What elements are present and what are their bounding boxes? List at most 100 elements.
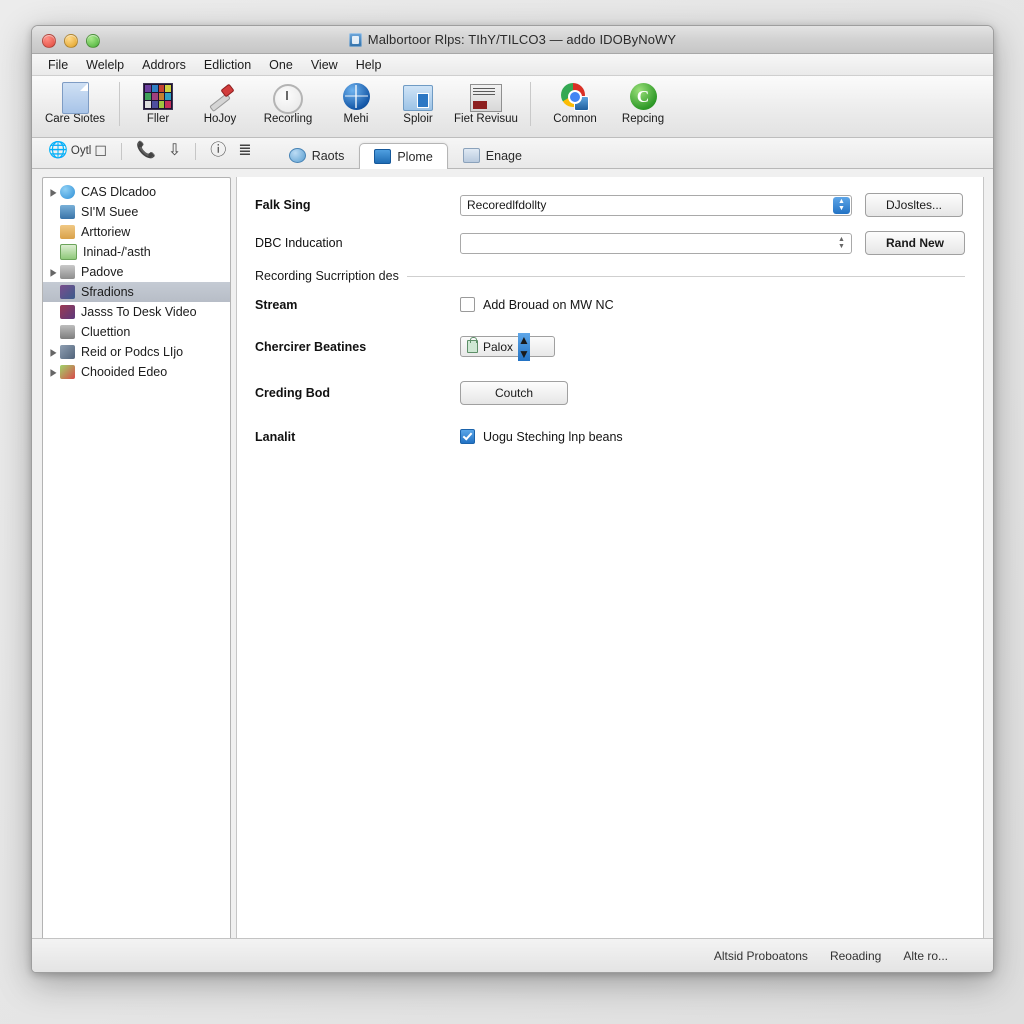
combo-stepper-icon[interactable]: ▲ ▼	[518, 332, 530, 361]
toolbar-separator-2	[530, 82, 531, 126]
tree-item-icon	[60, 325, 75, 339]
chevron-right-icon[interactable]: ▶	[47, 266, 60, 277]
tree-item-icon	[60, 345, 75, 359]
globe-small-button[interactable]: 🌐 Oytl ☐	[42, 141, 113, 161]
menu-item-welelp[interactable]: Welelp	[78, 57, 132, 73]
tab-raots[interactable]: Raots	[274, 142, 360, 168]
toolbar-label: Repcing	[621, 113, 665, 125]
sidebar-item-jasss-to-desk-video[interactable]: ▶ Jasss To Desk Video	[43, 302, 230, 322]
combo-stepper-icon[interactable]: ▲ ▼	[833, 235, 850, 252]
phone-button[interactable]: 📞	[130, 141, 162, 161]
chrome-map-icon	[559, 82, 591, 112]
secondary-separator-1	[120, 142, 122, 160]
hammer-icon	[204, 82, 236, 112]
sidebar-item-sim-suee[interactable]: ▶ SI'M Suee	[43, 202, 230, 222]
toolbar-label: Care Siotes	[44, 113, 106, 125]
sidebar-item-cas-dlcadoo[interactable]: ▶ CAS Dlcadoo	[43, 182, 230, 202]
chevron-right-icon[interactable]: ▶	[47, 186, 60, 197]
toolbar-label: Mehi	[343, 113, 369, 125]
falk-sing-combo[interactable]: Recoredlfdollty ▲ ▼	[460, 194, 852, 216]
stream-checkbox-wrap[interactable]: Add Brouad on MW NC	[460, 297, 614, 312]
maximize-button[interactable]	[86, 34, 100, 48]
toolbar-label: Fller	[146, 113, 170, 125]
sidebar-item-ininad-asth[interactable]: ▶ Ininad-/'asth	[43, 242, 230, 262]
sidebar-item-cluettion[interactable]: ▶ Cluettion	[43, 322, 230, 342]
status-item-alte-ro[interactable]: Alte ro...	[903, 949, 948, 963]
toolbar-button-fller[interactable]: Fller	[127, 80, 189, 125]
tree-indent: ▶	[47, 208, 60, 217]
toolbar-button-mehi[interactable]: Mehi	[325, 80, 387, 125]
sidebar-tree[interactable]: ▶ CAS Dlcadoo ▶ SI'M Suee ▶ Arttoriew ▶	[42, 177, 231, 946]
field-row-dbc-inducation: DBC Inducation ▲ ▼ Rand New	[255, 231, 965, 255]
toolbar-separator-1	[119, 82, 120, 126]
tab-label: Enage	[485, 148, 522, 163]
sidebar-item-reid-or-podcs-lijo[interactable]: ▶ Reid or Podcs LIjo	[43, 342, 230, 362]
settings-pane: Falk Sing Recoredlfdollty ▲ ▼ DJosltes...…	[236, 177, 984, 946]
download-button[interactable]: ⇩	[162, 141, 187, 161]
close-button[interactable]	[42, 34, 56, 48]
chercirer-beatines-combo[interactable]: Palox ▲ ▼	[460, 332, 555, 361]
toolbar-button-hojoy[interactable]: HoJoy	[189, 80, 251, 125]
toolbar-button-repcing[interactable]: Repcing	[612, 80, 674, 125]
field-label: Falk Sing	[255, 198, 311, 212]
toolbar-button-care-siotes[interactable]: Care Siotes	[38, 80, 112, 125]
chevron-right-icon[interactable]: ▶	[47, 346, 60, 357]
application-window: Malbortoor Rlps: TIhY/TILCO3 — addo IDOB…	[31, 25, 994, 973]
group-divider	[406, 275, 965, 277]
tree-item-icon	[60, 305, 75, 319]
rand-new-button[interactable]: Rand New	[865, 231, 965, 255]
window-title: Malbortoor Rlps: TIhY/TILCO3 — addo IDOB…	[367, 32, 677, 47]
menu-item-view[interactable]: View	[303, 57, 346, 73]
toolbar-button-recorling[interactable]: Recorling	[251, 80, 325, 125]
tree-indent: ▶	[47, 328, 60, 337]
djosltes-button[interactable]: DJosltes...	[865, 193, 963, 217]
tab-enage[interactable]: Enage	[448, 142, 537, 168]
clock-icon	[272, 82, 304, 114]
coutch-button[interactable]: Coutch	[460, 381, 568, 405]
sidebar-item-label: Reid or Podcs LIjo	[81, 345, 184, 359]
toolbar-label: HoJoy	[203, 113, 237, 125]
chevron-right-icon[interactable]: ▶	[47, 366, 60, 377]
field-row-stream: Stream Add Brouad on MW NC	[255, 297, 965, 312]
status-item-altsid-proboatons[interactable]: Altsid Proboatons	[714, 949, 808, 963]
list-button[interactable]: ≣	[232, 141, 257, 161]
toolbar-button-comnon[interactable]: Comnon	[538, 80, 612, 125]
blue-ball-icon	[288, 148, 306, 163]
window-icon: ☐	[94, 143, 107, 159]
menu-item-addrors[interactable]: Addrors	[134, 57, 194, 73]
combo-stepper-icon[interactable]: ▲ ▼	[833, 196, 850, 214]
falk-sing-value: Recoredlfdollty	[467, 198, 547, 212]
status-item-reoading[interactable]: Reoading	[830, 949, 881, 963]
sidebar-item-chooided-edeo[interactable]: ▶ Chooided Edeo	[43, 362, 230, 382]
secondary-separator-2	[195, 142, 197, 160]
menu-item-edliction[interactable]: Edliction	[196, 57, 259, 73]
minimize-button[interactable]	[64, 34, 78, 48]
sidebar-item-label: Cluettion	[81, 325, 131, 339]
stream-checkbox[interactable]	[460, 297, 475, 312]
status-bar: Altsid Proboatons Reoading Alte ro...	[32, 938, 993, 972]
document-stack-icon	[470, 82, 502, 112]
toolbar-button-fiet-revisuu[interactable]: Fiet Revisuu	[449, 80, 523, 125]
sidebar-item-padove[interactable]: ▶ Padove	[43, 262, 230, 282]
document-icon	[59, 82, 91, 114]
dbc-inducation-combo[interactable]: ▲ ▼	[460, 232, 852, 254]
group-header: Recording Sucrription des	[255, 269, 965, 283]
menu-item-file[interactable]: File	[40, 57, 76, 73]
sidebar-item-arttoriew[interactable]: ▶ Arttoriew	[43, 222, 230, 242]
menu-item-help[interactable]: Help	[348, 57, 390, 73]
tab-plome[interactable]: Plome	[359, 143, 448, 169]
tab-label: Raots	[311, 148, 345, 163]
lanalit-checkbox[interactable]	[460, 429, 475, 444]
menu-item-one[interactable]: One	[261, 57, 301, 73]
info-button[interactable]: ⓘ	[204, 141, 232, 161]
lanalit-checkbox-wrap[interactable]: Uogu Steching lnp beans	[460, 429, 623, 444]
sidebar-item-sfradions[interactable]: ▶ Sfradions	[43, 282, 230, 302]
sidebar-item-label: Sfradions	[81, 285, 134, 299]
download-icon: ⇩	[167, 142, 182, 159]
toolbar-label: Fiet Revisuu	[454, 113, 518, 125]
toolbar-button-sploir[interactable]: Sploir	[387, 80, 449, 125]
chercirer-beatines-value: Palox	[483, 339, 514, 354]
blue-folder-icon	[402, 82, 434, 112]
secondary-toolbar: 🌐 Oytl ☐ 📞 ⇩ ⓘ ≣ Raots Plome Enage	[32, 138, 993, 169]
title-bar: Malbortoor Rlps: TIhY/TILCO3 — addo IDOB…	[32, 26, 993, 54]
